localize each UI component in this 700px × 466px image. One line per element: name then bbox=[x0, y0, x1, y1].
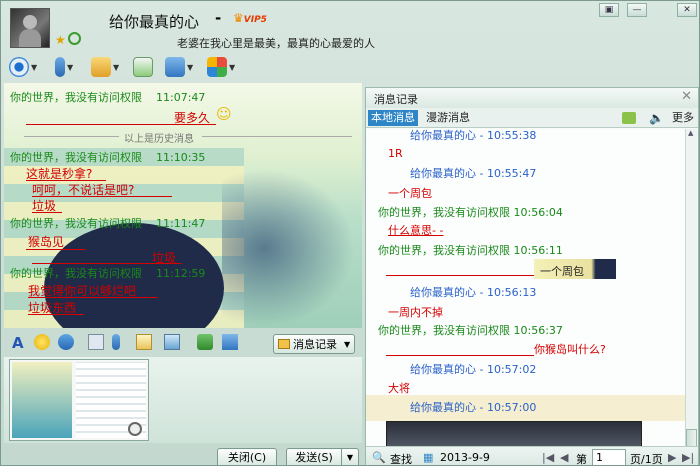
window-shake-icon[interactable] bbox=[88, 334, 104, 350]
history-entry: 1R bbox=[388, 147, 403, 160]
search-icon[interactable]: 🔍 bbox=[372, 451, 386, 464]
message-sender: 你的世界，我没有访问权限 11:07:47 bbox=[10, 91, 206, 104]
font-icon[interactable]: A bbox=[12, 334, 28, 352]
page-total: 页/1页 bbox=[630, 453, 663, 466]
prev-page-icon[interactable]: ◀ bbox=[560, 451, 568, 464]
panel-header: 消息记录 ✕ bbox=[366, 88, 698, 108]
chat-window: ▣ — ✕ ★ 给你最真的心 - ♛VIP5 老婆在我心里是最美，最真的心最爱的… bbox=[0, 0, 700, 466]
file-transfer-button[interactable]: ▼ bbox=[91, 56, 119, 78]
page-title: 给你最真的心 bbox=[109, 13, 200, 31]
search-button[interactable]: 查找 bbox=[390, 451, 412, 465]
voice-button[interactable]: ▼ bbox=[51, 56, 73, 78]
history-entry: 给你最真的心 - 10:56:13 bbox=[410, 286, 537, 299]
date-label[interactable]: 2013-9-9 bbox=[440, 451, 490, 464]
page-label: 第 bbox=[576, 453, 587, 466]
history-scrollbar[interactable]: ▲ bbox=[685, 129, 698, 459]
history-entry: 你的世界，我没有访问权限 10:56:04 bbox=[378, 206, 563, 219]
window-menu-button[interactable]: ▣ bbox=[599, 3, 619, 17]
folder-icon bbox=[91, 57, 111, 77]
page-number-input[interactable]: 1 bbox=[592, 449, 626, 465]
close-button[interactable]: 关闭(C) bbox=[217, 448, 277, 465]
panel-title: 消息记录 bbox=[374, 93, 418, 106]
history-entry: 你猴岛叫什么? bbox=[534, 343, 606, 356]
title-dash: - bbox=[215, 9, 222, 27]
chat-message-area[interactable]: 你的世界，我没有访问权限 11:07:47 要多久 ☺ 以上是历史消息 你的世界… bbox=[4, 83, 362, 328]
filter-icon[interactable] bbox=[622, 112, 636, 124]
apps-grid-icon bbox=[207, 57, 227, 77]
vip-badge[interactable]: ♛VIP5 bbox=[233, 11, 267, 25]
history-entry: 什么意思- - bbox=[388, 224, 444, 237]
video-button[interactable]: ▼ bbox=[9, 56, 37, 78]
history-entry: 一个周包 bbox=[540, 265, 584, 278]
history-entry: 一周内不掉 bbox=[388, 306, 443, 319]
message-history-panel: 消息记录 ✕ 本地消息 漫游消息 🔈 更多 给你最真的心 - 10:55:38 … bbox=[365, 87, 699, 466]
signature-text: 老婆在我心里是最美，最真的心最爱的人 bbox=[177, 37, 375, 50]
monitor-icon bbox=[165, 57, 185, 77]
voice-message-icon[interactable] bbox=[112, 334, 120, 350]
message-record-label: 消息记录 bbox=[293, 338, 337, 351]
emoji-icon[interactable] bbox=[34, 334, 50, 350]
zoom-icon[interactable] bbox=[128, 422, 142, 436]
history-entry: 给你最真的心 - 10:57:00 bbox=[410, 401, 537, 414]
record-icon bbox=[278, 339, 290, 349]
crown-icon: ♛ bbox=[233, 11, 244, 25]
status-icon[interactable] bbox=[68, 32, 81, 45]
message-text: 猴岛见 bbox=[28, 235, 65, 249]
history-entry: 一个周包 bbox=[388, 187, 432, 200]
history-entry: 给你最真的心 - 10:55:38 bbox=[410, 129, 537, 142]
note-icon[interactable] bbox=[136, 334, 152, 350]
history-log[interactable]: 给你最真的心 - 10:55:38 1R 给你最真的心 - 10:55:47 一… bbox=[366, 129, 686, 448]
calendar-icon[interactable]: ▦ bbox=[423, 451, 433, 464]
minimize-button[interactable]: — bbox=[627, 3, 647, 17]
chat-add-icon bbox=[133, 57, 153, 77]
image-icon[interactable] bbox=[164, 334, 180, 350]
new-chat-button[interactable] bbox=[133, 56, 153, 78]
history-entry: 给你最真的心 - 10:55:47 bbox=[410, 167, 537, 180]
apps-button[interactable]: ▼ bbox=[207, 56, 235, 78]
tab-local-messages[interactable]: 本地消息 bbox=[368, 110, 418, 126]
chat-toolbar: ▼ ▼ ▼ ▼ ▼ bbox=[9, 56, 259, 80]
history-tabs: 本地消息 漫游消息 🔈 更多 bbox=[366, 108, 698, 128]
history-entry: 你的世界，我没有访问权限 10:56:37 bbox=[378, 324, 563, 337]
screen-share-button[interactable]: ▼ bbox=[165, 56, 193, 78]
screenshot-image[interactable] bbox=[386, 421, 642, 448]
message-sender: 你的世界，我没有访问权限 11:10:35 bbox=[10, 151, 206, 164]
microphone-icon bbox=[55, 57, 65, 77]
smiley-icon: ☺ bbox=[216, 105, 232, 123]
more-button[interactable]: 更多 bbox=[672, 110, 694, 126]
history-entry: 大将 bbox=[388, 382, 410, 395]
chevron-down-icon: ▼ bbox=[344, 339, 351, 349]
tab-roaming-messages[interactable]: 漫游消息 bbox=[426, 110, 470, 126]
message-sender: 你的世界，我没有访问权限 11:11:47 bbox=[10, 217, 206, 230]
magic-icon[interactable] bbox=[58, 334, 74, 350]
avatar[interactable] bbox=[10, 8, 50, 48]
message-record-button[interactable]: 消息记录 ▼ bbox=[273, 334, 355, 354]
gift-icon[interactable] bbox=[197, 334, 213, 350]
close-icon[interactable]: ✕ bbox=[681, 89, 692, 104]
history-separator: 以上是历史消息 bbox=[124, 134, 194, 145]
first-page-icon[interactable]: |◀ bbox=[542, 451, 554, 464]
send-button[interactable]: 发送(S) bbox=[286, 448, 342, 465]
history-footer: 🔍 查找 ▦ 2013-9-9 |◀ ◀ 第 1 页/1页 ▶ ▶| bbox=[366, 446, 698, 466]
star-icon: ★ bbox=[55, 33, 66, 47]
history-entry: 你的世界，我没有访问权限 10:56:11 bbox=[378, 244, 563, 257]
message-sender: 你的世界，我没有访问权限 11:12:59 bbox=[10, 267, 206, 280]
next-page-icon[interactable]: ▶ bbox=[668, 451, 676, 464]
history-entry: 给你最真的心 - 10:57:02 bbox=[410, 363, 537, 376]
speaker-icon[interactable]: 🔈 bbox=[649, 111, 664, 125]
send-options-button[interactable]: ▼ bbox=[341, 448, 359, 465]
close-window-button[interactable]: ✕ bbox=[677, 3, 697, 17]
camera-icon bbox=[9, 57, 29, 77]
screenshot-icon[interactable] bbox=[222, 334, 238, 350]
last-page-icon[interactable]: ▶| bbox=[682, 451, 694, 464]
